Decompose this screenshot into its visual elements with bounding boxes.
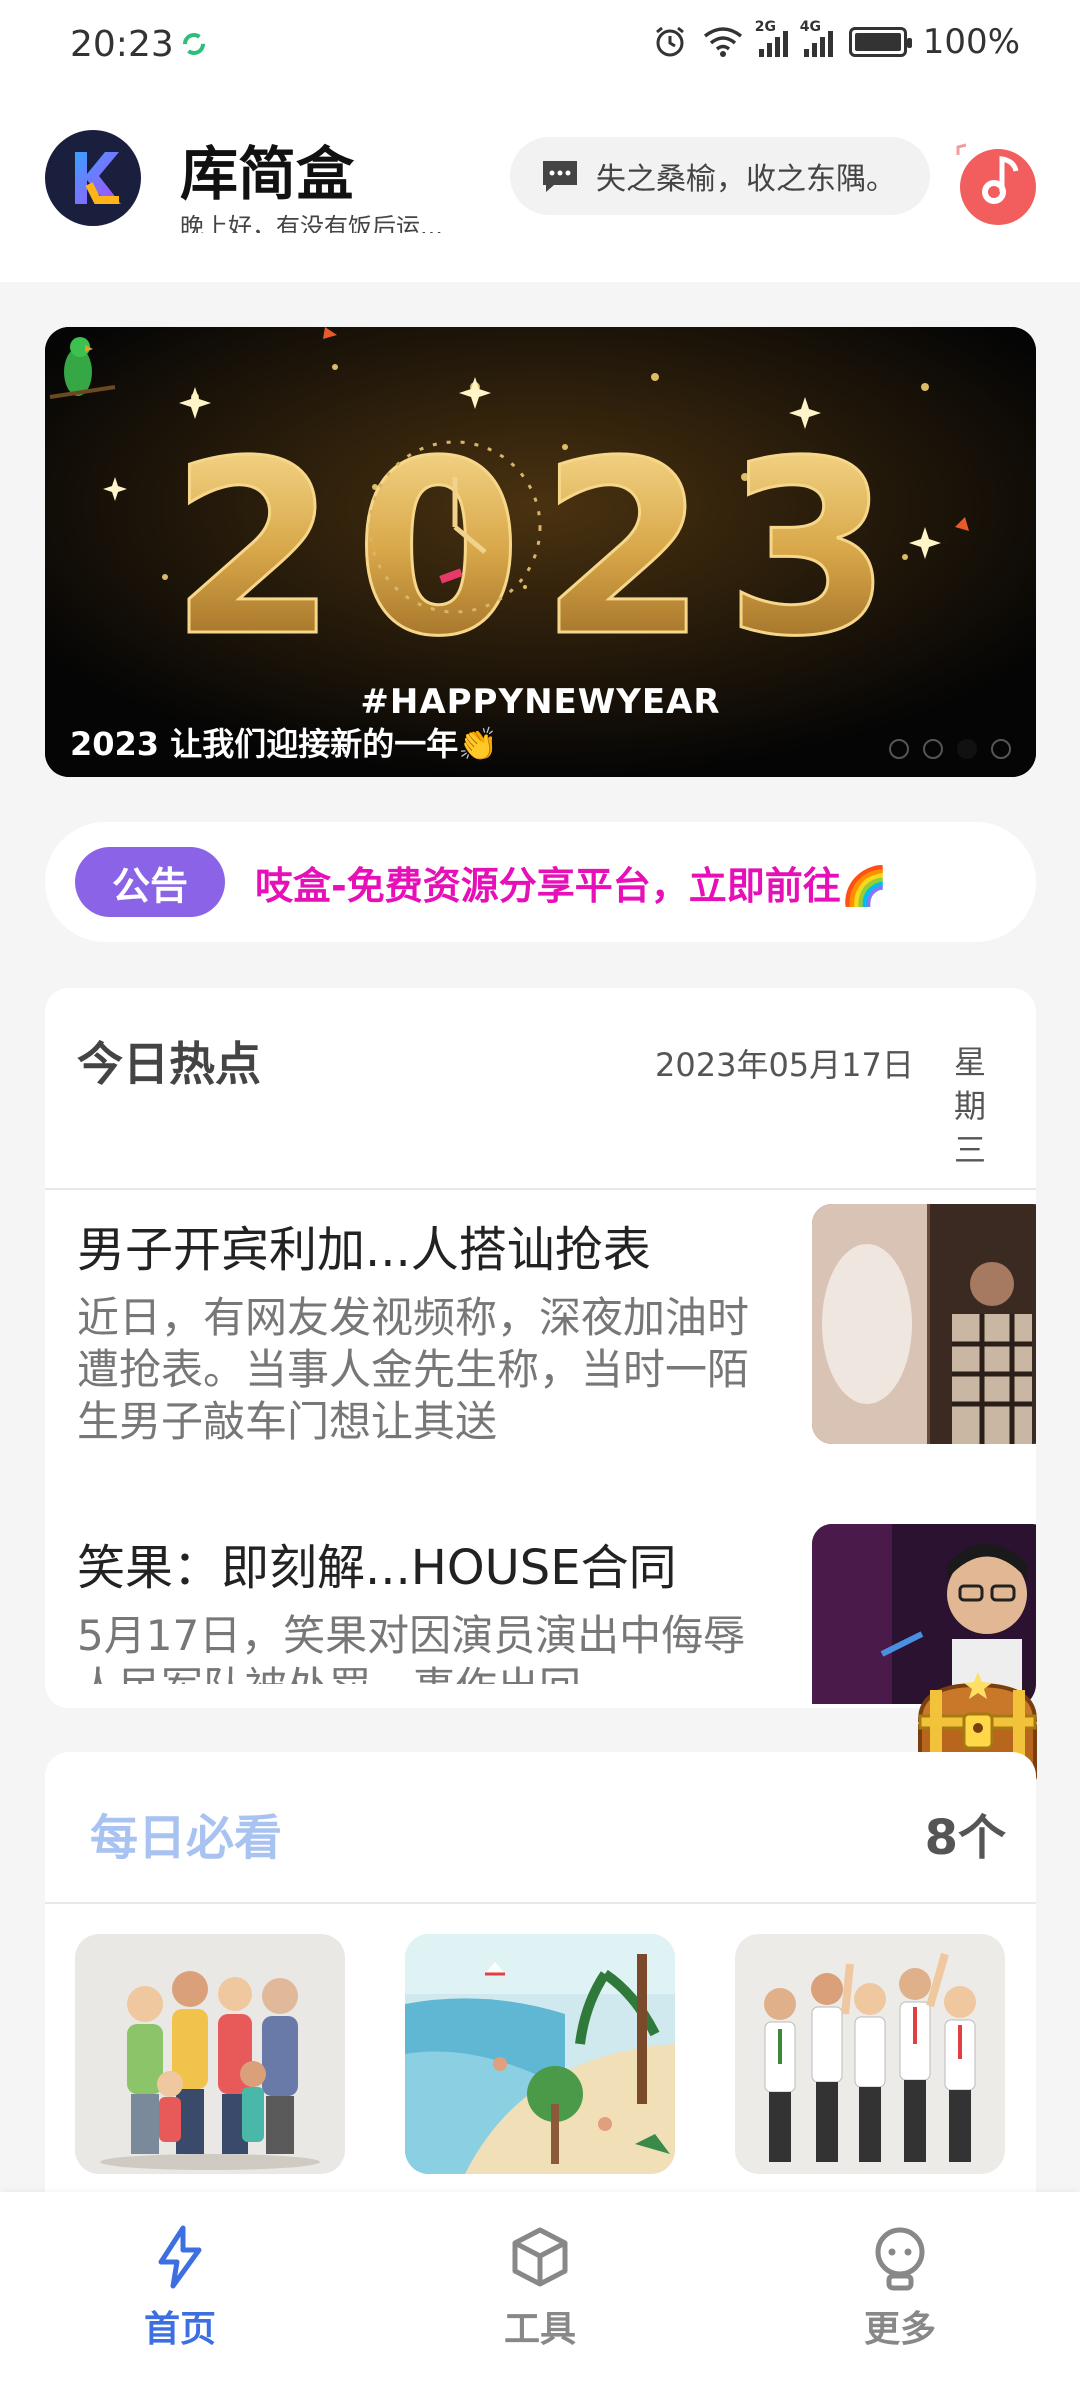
- svg-text:2023: 2023: [170, 409, 910, 689]
- hot-topics-title: 今日热点: [77, 1037, 261, 1091]
- banner-pagination: [889, 739, 1011, 759]
- status-bar: 20:23 2G 4G 100%: [0, 0, 1080, 95]
- cube-icon: [512, 2227, 568, 2287]
- page-dot[interactable]: [889, 739, 909, 759]
- news-summary: 近日，有网友发视频称，深夜加油时遭抢表。当事人金先生称，当时一陌生男子敲车门想让…: [77, 1293, 750, 1446]
- app-header: 库简盒 晚上好，有没有饭后运... 失之桑榆，收之东隅。: [0, 95, 1080, 282]
- hot-topics-card: 今日热点 2023年05月17日 星期三 男子开宾利加...人搭讪抢表 近日，有…: [45, 988, 1036, 1708]
- k-logo-icon: [75, 152, 121, 204]
- divider: [45, 1902, 1036, 1904]
- tab-label: 工具: [503, 2309, 576, 2350]
- announcement-text[interactable]: 吱盒-免费资源分享平台，立即前往🌈: [255, 855, 888, 910]
- battery-percent: 100%: [922, 22, 1020, 62]
- news-item[interactable]: 笑果：即刻解...HOUSE合同 5月17日，笑果对因演员演出中侮辱人民军队被处…: [77, 1524, 1036, 1704]
- greeting-text: 晚上好，有没有饭后运...: [180, 213, 443, 233]
- news-title: 男子开宾利加...人搭讪抢表: [77, 1222, 651, 1278]
- message-icon: [543, 161, 577, 192]
- daily-count: 8个: [924, 1810, 1006, 1866]
- signal-4g-icon: 4G: [800, 19, 833, 57]
- status-icons: 2G 4G 100%: [653, 19, 1020, 62]
- announcement-bar[interactable]: 公告 吱盒-免费资源分享平台，立即前往🌈: [45, 822, 1036, 942]
- page-dot[interactable]: [923, 739, 943, 759]
- daily-item-team[interactable]: [735, 1934, 1005, 2174]
- news-title: 笑果：即刻解...HOUSE合同: [77, 1540, 677, 1596]
- daily-quote-pill[interactable]: 失之桑榆，收之东隅。: [510, 137, 930, 215]
- sync-icon: [183, 33, 205, 55]
- daily-item-family[interactable]: [75, 1934, 345, 2174]
- bottom-navigation: 首页 工具 更多: [0, 2192, 1080, 2400]
- news-item[interactable]: 男子开宾利加...人搭讪抢表 近日，有网友发视频称，深夜加油时遭抢表。当事人金先…: [77, 1204, 1036, 1448]
- divider: [45, 1188, 1036, 1190]
- battery-icon: [848, 27, 912, 57]
- daily-must-see-card: 每日必看 8个: [45, 1752, 1036, 2212]
- news-thumbnail: [812, 1204, 1036, 1444]
- daily-item-beach[interactable]: [405, 1934, 675, 2174]
- banner-caption: 2023 让我们迎接新的一年👏: [70, 725, 499, 763]
- banner-hashtag: #HAPPYNEWYEAR: [360, 682, 721, 722]
- tab-tools[interactable]: 工具: [440, 2222, 640, 2352]
- robot-icon: [875, 2227, 925, 2291]
- app-logo[interactable]: [45, 130, 141, 226]
- daily-title: 每日必看: [90, 1810, 283, 1866]
- quote-text: 失之桑榆，收之东隅。: [596, 162, 896, 197]
- app-title: 库简盒: [180, 140, 355, 208]
- page-dot[interactable]: [991, 739, 1011, 759]
- wifi-icon: [703, 27, 742, 57]
- alarm-icon: [655, 26, 684, 57]
- hot-topics-weekday: 星期三: [953, 1043, 986, 1169]
- status-time: 20:23: [70, 24, 174, 65]
- tab-more[interactable]: 更多: [800, 2222, 1000, 2352]
- lightning-icon: [158, 2225, 202, 2289]
- announcement-badge: 公告: [75, 847, 225, 917]
- signal-2g-icon: 2G: [755, 19, 788, 57]
- tab-label: 首页: [143, 2309, 216, 2350]
- music-note-icon[interactable]: [948, 137, 1038, 227]
- tab-label: 更多: [863, 2309, 936, 2350]
- news-summary: 5月17日，笑果对因演员演出中侮辱人民军队被处罚一事作出回: [77, 1611, 746, 1684]
- hot-topics-date: 2023年05月17日: [655, 1046, 914, 1084]
- page-dot-active[interactable]: [957, 739, 977, 759]
- promo-banner[interactable]: 2023 #HAPPYNEWYEAR 2023 让我们迎接新的一年👏: [45, 327, 1036, 777]
- tab-home[interactable]: 首页: [80, 2222, 280, 2352]
